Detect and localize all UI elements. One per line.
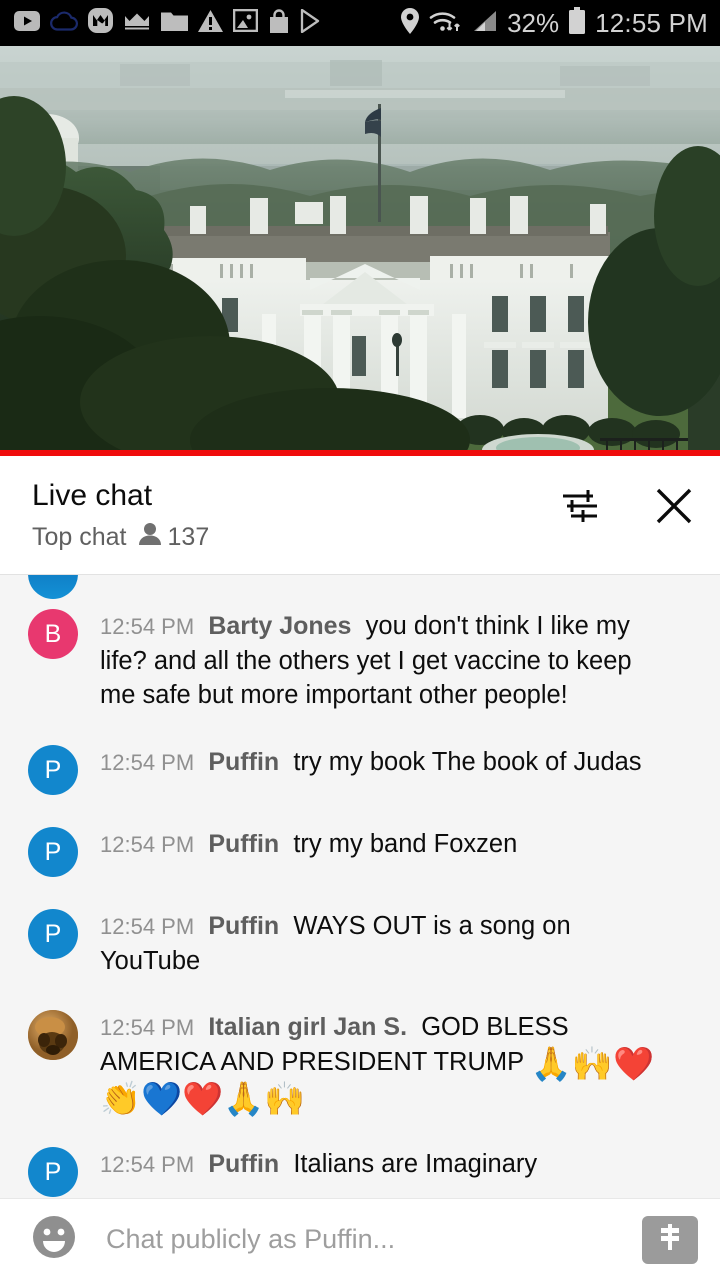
chat-message-body: 12:54 PM Puffin Italians are Imaginary (78, 1147, 541, 1197)
white-house-scene (0, 46, 720, 456)
live-chat-header: Live chat Top chat 137 (0, 456, 720, 574)
youtube-icon (14, 10, 40, 36)
chat-message[interactable]: P 12:54 PM Puffin try my band Foxzen (0, 827, 720, 878)
avatar-letter: P (44, 1157, 62, 1186)
warning-icon (198, 9, 223, 37)
folder-icon (161, 10, 188, 36)
viewer-count: 137 (138, 522, 210, 553)
avatar[interactable] (28, 1010, 78, 1061)
wifi-icon (429, 8, 463, 39)
chat-message-body: 12:54 PM Barty Jones you don't think I l… (78, 609, 678, 713)
chat-message-author[interactable]: Italian girl Jan S. (208, 1013, 407, 1041)
clock-label: 12:55 PM (595, 8, 708, 38)
live-chat-message-list[interactable]: B 12:54 PM Barty Jones you don't think I … (0, 574, 720, 1198)
live-chat-header-titles: Live chat Top chat 137 (32, 478, 209, 553)
chat-message[interactable]: B 12:54 PM Barty Jones you don't think I … (0, 609, 720, 713)
avatar-letter: P (44, 837, 62, 866)
avatar-letter: P (44, 755, 62, 784)
chat-message-author[interactable]: Barty Jones (208, 612, 351, 640)
close-icon (652, 484, 696, 533)
chat-message-timestamp: 12:54 PM (100, 1152, 195, 1178)
chat-message-text: try my book The book of Judas (293, 748, 642, 777)
avatar[interactable]: P (28, 827, 78, 878)
chat-settings-button[interactable] (556, 484, 604, 532)
live-chat-subheader: Top chat 137 (32, 522, 209, 553)
chat-message[interactable]: P 12:54 PM Puffin try my book The book of… (0, 745, 720, 796)
avatar-letter: B (44, 619, 62, 648)
crown-icon (123, 11, 151, 36)
emoji-picker-button[interactable] (28, 1214, 80, 1266)
chat-mode-label[interactable]: Top chat (32, 523, 127, 552)
chat-message[interactable]: P 12:54 PM Puffin WAYS OUT is a song on Y… (0, 909, 720, 978)
chat-message-line: 12:54 PM Barty Jones you don't think I l… (100, 609, 674, 713)
chat-message-body: 12:54 PM Puffin try my band Foxzen (78, 827, 521, 877)
chat-message-timestamp: 12:54 PM (100, 1015, 195, 1041)
status-bar-right-icons: 32% 12:55 PM (400, 7, 708, 39)
play-store-icon (300, 8, 322, 38)
chat-message-author[interactable]: Puffin (208, 1150, 279, 1178)
chat-message-line: 12:54 PM Puffin Italians are Imaginary (100, 1147, 537, 1182)
video-player[interactable] (0, 46, 720, 456)
chat-message[interactable]: 12:54 PM Italian girl Jan S. GOD BLESS A… (0, 1010, 720, 1115)
chat-message-line: 12:54 PM Puffin WAYS OUT is a song on Yo… (100, 909, 674, 978)
chat-message-line: 12:54 PM Puffin try my band Foxzen (100, 827, 517, 862)
person-icon (138, 522, 161, 553)
battery-icon (568, 7, 586, 39)
chat-message-timestamp: 12:54 PM (100, 914, 195, 940)
status-bar-left-icons (14, 8, 322, 38)
chat-message-author[interactable]: Puffin (208, 748, 279, 776)
signal-icon (472, 9, 498, 38)
avatar-letter: P (44, 919, 62, 948)
emoji-smiley-icon (31, 1214, 77, 1265)
live-chat-header-actions (556, 478, 698, 532)
dollar-bill-icon (653, 1222, 687, 1257)
cloud-icon (50, 10, 78, 36)
shopping-bag-icon (268, 8, 290, 38)
close-chat-button[interactable] (650, 484, 698, 532)
avatar[interactable]: P (28, 1147, 78, 1198)
chat-message-line: 12:54 PM Puffin try my book The book of … (100, 745, 642, 780)
chat-input-bar (0, 1198, 720, 1280)
chat-message-author[interactable]: Puffin (208, 830, 279, 858)
chat-message-body: 12:54 PM Puffin WAYS OUT is a song on Yo… (78, 909, 678, 978)
page-title: Live chat (32, 479, 153, 512)
location-icon (400, 7, 420, 39)
chat-message-author[interactable]: Puffin (208, 912, 279, 940)
tune-icon (559, 485, 601, 532)
avatar[interactable]: P (28, 909, 78, 960)
avatar[interactable]: B (28, 609, 78, 659)
chat-message[interactable]: P 12:54 PM Puffin Italians are Imaginary (0, 1147, 720, 1198)
chat-message-body: 12:54 PM Italian girl Jan S. GOD BLESS A… (78, 1010, 678, 1115)
mega-icon (88, 8, 113, 38)
battery-percent-label: 32% (507, 7, 560, 38)
chat-message-timestamp: 12:54 PM (100, 750, 195, 776)
status-bar: 32% 12:55 PM (0, 0, 720, 46)
viewer-count-label: 137 (167, 522, 210, 551)
chat-message-timestamp: 12:54 PM (100, 614, 195, 639)
super-chat-button[interactable] (642, 1215, 698, 1264)
photos-icon (232, 8, 259, 37)
chat-message-timestamp: 12:54 PM (100, 832, 195, 858)
chat-message-body: 12:54 PM Puffin try my book The book of … (78, 745, 646, 795)
avatar[interactable]: P (28, 745, 78, 796)
chat-message-text: try my band Foxzen (293, 830, 518, 859)
chat-message-line: 12:54 PM Italian girl Jan S. GOD BLESS A… (100, 1010, 674, 1115)
chat-message-text: Italians are Imaginary (293, 1150, 538, 1179)
chat-input[interactable] (80, 1224, 642, 1255)
